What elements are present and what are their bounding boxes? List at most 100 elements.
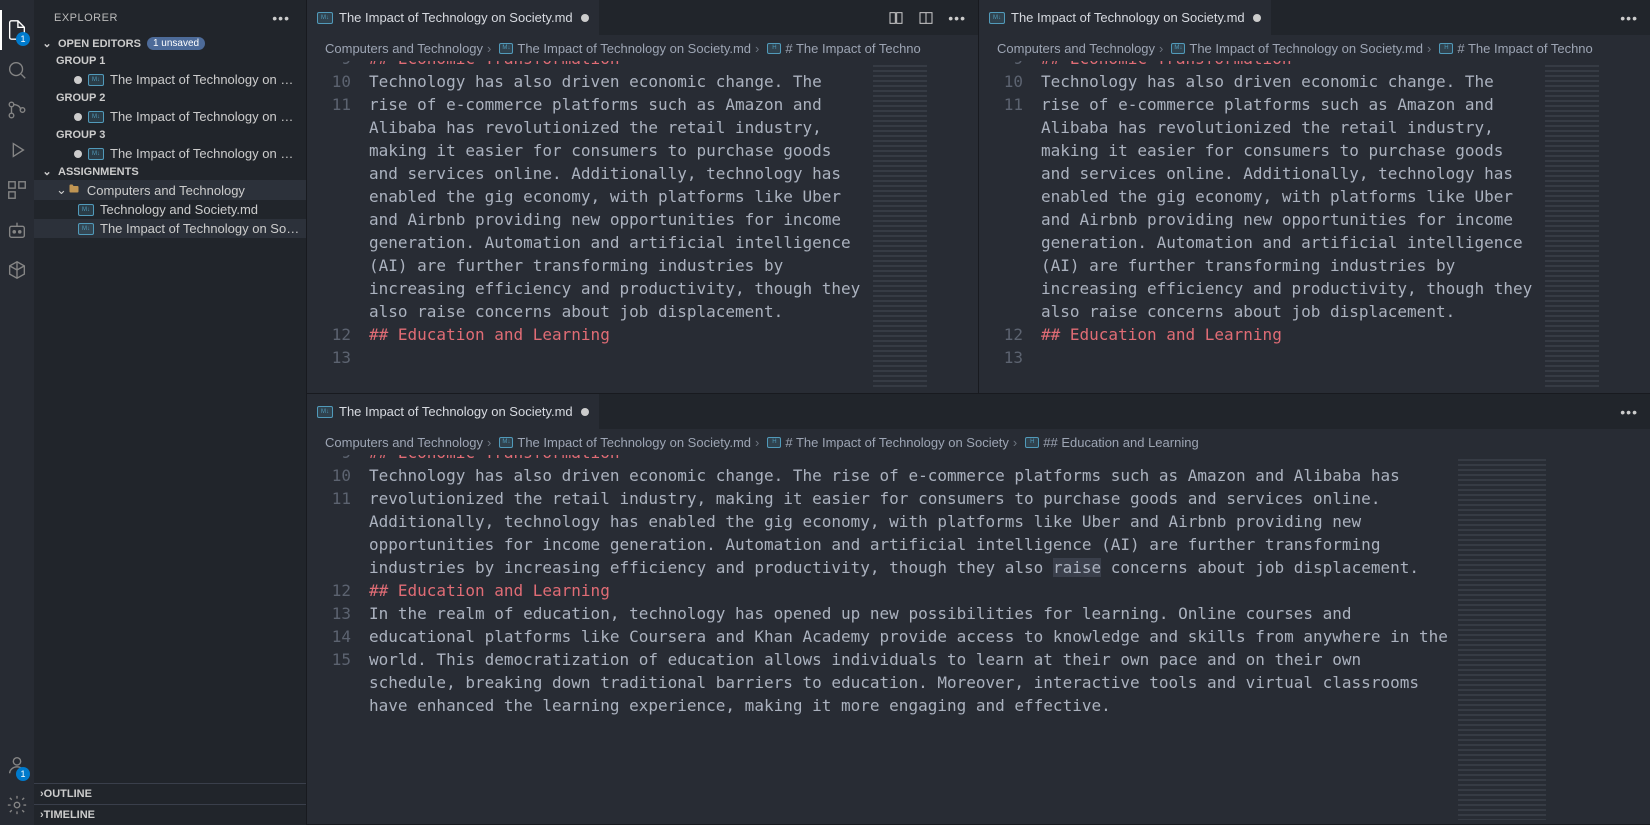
gutter: 9 10 11 12 13 bbox=[979, 61, 1041, 393]
explorer-icon[interactable]: 1 bbox=[0, 10, 34, 50]
code-line: ## Economic Transformation bbox=[369, 455, 1450, 464]
editor-tab[interactable]: M↓ The Impact of Technology on Society.m… bbox=[979, 0, 1271, 35]
more-actions-icon[interactable]: ••• bbox=[948, 10, 966, 26]
tree-file-1[interactable]: M↓ Technology and Society.md bbox=[34, 200, 306, 219]
heading-icon: H bbox=[767, 437, 781, 448]
more-actions-icon[interactable]: ••• bbox=[1620, 404, 1638, 420]
minimap[interactable] bbox=[869, 61, 931, 393]
search-icon[interactable] bbox=[0, 50, 34, 90]
breadcrumb[interactable]: Computers and Technology› M↓ The Impact … bbox=[979, 35, 1650, 61]
gear-icon[interactable] bbox=[0, 785, 34, 825]
line-number: 9 bbox=[979, 61, 1023, 70]
sidebar: EXPLORER ••• ⌄ OPEN EDITORS 1 unsaved GR… bbox=[34, 0, 306, 825]
account-badge: 1 bbox=[16, 767, 30, 781]
markdown-icon: M↓ bbox=[88, 74, 104, 86]
tree-file-2[interactable]: M↓ The Impact of Technology on So… bbox=[34, 219, 306, 238]
markdown-icon: M↓ bbox=[499, 437, 513, 448]
more-actions-icon[interactable]: ••• bbox=[1620, 10, 1638, 26]
sidebar-title: EXPLORER bbox=[54, 12, 272, 24]
modified-dot-icon bbox=[74, 150, 82, 158]
gutter: 9 10 11 12 13 14 15 bbox=[307, 455, 369, 824]
open-editor-file-1[interactable]: M↓ The Impact of Technology on So… bbox=[34, 70, 306, 89]
line-number: 15 bbox=[307, 648, 351, 671]
line-number: 10 bbox=[307, 70, 351, 93]
code-content[interactable]: ## Economic TransformationTechnology has… bbox=[369, 455, 1454, 824]
code-line: ## Education and Learning bbox=[369, 323, 865, 346]
account-icon[interactable]: 1 bbox=[0, 745, 34, 785]
editor-body[interactable]: 9 10 11 12 13 14 15 ## Economic Transfor… bbox=[307, 455, 1650, 824]
explorer-badge: 1 bbox=[16, 32, 30, 46]
open-editors-label: OPEN EDITORS bbox=[58, 38, 141, 50]
extensions-icon[interactable] bbox=[0, 170, 34, 210]
debug-icon[interactable] bbox=[0, 130, 34, 170]
line-number: 9 bbox=[307, 61, 351, 70]
folder-icon bbox=[67, 183, 81, 198]
editor-tab[interactable]: M↓ The Impact of Technology on Society.m… bbox=[307, 394, 599, 429]
assignments-label: ASSIGNMENTS bbox=[58, 166, 139, 178]
code-line: Technology has also driven economic chan… bbox=[369, 464, 1450, 579]
breadcrumb[interactable]: Computers and Technology› M↓ The Impact … bbox=[307, 429, 1650, 455]
tab-title: The Impact of Technology on Society.md bbox=[1011, 10, 1245, 25]
breadcrumb[interactable]: Computers and Technology› M↓ The Impact … bbox=[307, 35, 978, 61]
line-number: 11 bbox=[307, 487, 351, 510]
source-control-icon[interactable] bbox=[0, 90, 34, 130]
line-number: 10 bbox=[979, 70, 1023, 93]
outline-section[interactable]: › OUTLINE bbox=[34, 783, 306, 804]
code-line: ## Economic Transformation bbox=[1041, 61, 1537, 70]
markdown-icon: M↓ bbox=[989, 12, 1005, 24]
tab-actions: ••• bbox=[888, 10, 978, 26]
group-3-label: GROUP 3 bbox=[34, 126, 306, 144]
markdown-icon: M↓ bbox=[78, 223, 94, 235]
tab-bar: M↓ The Impact of Technology on Society.m… bbox=[307, 0, 978, 35]
open-editor-file-2[interactable]: M↓ The Impact of Technology on So… bbox=[34, 107, 306, 126]
highlighted-word: raise bbox=[1053, 558, 1101, 577]
editor-pane-bottom: M↓ The Impact of Technology on Society.m… bbox=[306, 394, 1650, 825]
minimap[interactable] bbox=[1454, 455, 1550, 824]
modified-dot-icon bbox=[581, 14, 589, 22]
split-icon[interactable] bbox=[918, 10, 934, 26]
breadcrumb-heading: # The Impact of Techno bbox=[785, 41, 920, 56]
cube-icon[interactable] bbox=[0, 250, 34, 290]
code-content[interactable]: ## Economic TransformationTechnology has… bbox=[1041, 61, 1541, 393]
markdown-icon: M↓ bbox=[78, 204, 94, 216]
timeline-section[interactable]: › TIMELINE bbox=[34, 804, 306, 825]
code-content[interactable]: ## Economic TransformationTechnology has… bbox=[369, 61, 869, 393]
file-name: The Impact of Technology on So… bbox=[100, 221, 299, 236]
preview-side-icon[interactable] bbox=[888, 10, 904, 26]
chevron-down-icon: ⌄ bbox=[40, 165, 54, 178]
tab-title: The Impact of Technology on Society.md bbox=[339, 10, 573, 25]
line-number: 12 bbox=[307, 323, 351, 346]
editor-body[interactable]: 9 10 11 12 13 ## Economic Transformation… bbox=[307, 61, 978, 393]
editor-area: M↓ The Impact of Technology on Society.m… bbox=[306, 0, 1650, 825]
tab-bar: M↓ The Impact of Technology on Society.m… bbox=[307, 394, 1650, 429]
open-editor-file-3[interactable]: M↓ The Impact of Technology on So… bbox=[34, 144, 306, 163]
breadcrumb-heading: # The Impact of Technology on Society bbox=[785, 435, 1009, 450]
open-editors-section[interactable]: ⌄ OPEN EDITORS 1 unsaved bbox=[34, 35, 306, 52]
code-line: ## Education and Learning bbox=[1041, 323, 1537, 346]
editor-body[interactable]: 9 10 11 12 13 ## Economic Transformation… bbox=[979, 61, 1650, 393]
editor-tab[interactable]: M↓ The Impact of Technology on Society.m… bbox=[307, 0, 599, 35]
breadcrumb-folder: Computers and Technology bbox=[997, 41, 1155, 56]
timeline-label: TIMELINE bbox=[44, 809, 95, 821]
line-number: 13 bbox=[307, 602, 351, 625]
sidebar-more-icon[interactable]: ••• bbox=[272, 10, 290, 26]
line-number: 11 bbox=[307, 93, 351, 116]
file-name: The Impact of Technology on So… bbox=[110, 146, 300, 161]
minimap[interactable] bbox=[1541, 61, 1603, 393]
group-2-label: GROUP 2 bbox=[34, 89, 306, 107]
markdown-icon: M↓ bbox=[1171, 43, 1185, 54]
assignments-section[interactable]: ⌄ ASSIGNMENTS bbox=[34, 163, 306, 180]
markdown-icon: M↓ bbox=[88, 148, 104, 160]
line-number: 9 bbox=[307, 455, 351, 464]
markdown-icon: M↓ bbox=[499, 43, 513, 54]
code-line: Technology has also driven economic chan… bbox=[1041, 70, 1537, 323]
modified-dot-icon bbox=[581, 408, 589, 416]
activity-bar: 1 1 bbox=[0, 0, 34, 825]
line-number: 13 bbox=[307, 346, 351, 369]
robot-icon[interactable] bbox=[0, 210, 34, 250]
breadcrumb-file: The Impact of Technology on Society.md bbox=[517, 435, 751, 450]
tab-actions: ••• bbox=[1620, 10, 1650, 26]
folder-item[interactable]: ⌄ Computers and Technology bbox=[34, 180, 306, 200]
heading-icon: H bbox=[1439, 43, 1453, 54]
chevron-down-icon: ⌄ bbox=[56, 182, 67, 198]
